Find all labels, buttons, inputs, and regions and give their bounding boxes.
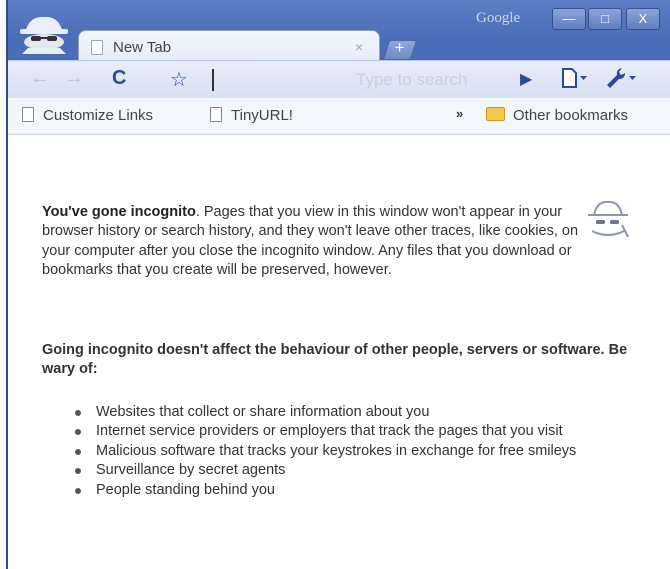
more-bookmarks-chevron[interactable]: » — [456, 106, 463, 121]
incognito-page: You've gone incognito. Pages that you vi… — [8, 135, 670, 569]
incognito-heading: You've gone incognito — [42, 204, 196, 220]
title-bar: New Tab × + Google — □ X — [8, 0, 670, 61]
bookmark-label: TinyURL! — [231, 107, 293, 124]
bookmarks-bar: Customize Links TinyURL! » Other bookmar… — [8, 98, 670, 135]
list-item: Websites that collect or share informati… — [68, 403, 648, 422]
bullet-icon — [75, 487, 81, 494]
wrench-menu-button[interactable] — [604, 66, 638, 96]
bookmark-tinyurl[interactable]: TinyURL! — [210, 107, 293, 124]
other-bookmarks-label: Other bookmarks — [513, 107, 629, 124]
page-menu-icon — [562, 68, 587, 88]
new-tab-icon: + — [394, 38, 405, 57]
folder-icon — [486, 107, 505, 121]
list-item-text: Internet service providers or employers … — [96, 423, 563, 440]
list-item-text: Malicious software that tracks your keys… — [96, 442, 577, 459]
bullet-icon — [75, 468, 81, 475]
list-item: Malicious software that tracks your keys… — [68, 442, 648, 461]
bookmark-label: Customize Links — [43, 107, 154, 124]
wrench-icon — [607, 68, 636, 88]
list-item: Internet service providers or employers … — [68, 422, 648, 441]
bullet-icon — [75, 429, 81, 436]
spy-icon — [582, 195, 632, 245]
browser-window: New Tab × + Google — □ X ← → C ☆ ▶ — [6, 0, 670, 569]
omnibox-input[interactable] — [356, 67, 512, 93]
warning-list: Websites that collect or share informati… — [68, 403, 648, 500]
list-item-text: People standing behind you — [96, 481, 275, 498]
brand-label: Google — [476, 10, 521, 26]
bullet-icon — [75, 448, 81, 455]
new-tab-button[interactable]: + — [382, 38, 418, 60]
tab-new-tab[interactable]: New Tab × — [78, 30, 380, 61]
omnibox[interactable] — [212, 67, 512, 93]
close-icon[interactable]: × — [355, 39, 363, 55]
tab-title: New Tab — [113, 39, 172, 56]
list-item-text: Websites that collect or share informati… — [96, 404, 430, 420]
star-icon[interactable]: ☆ — [170, 67, 188, 92]
bullet-icon — [75, 410, 81, 416]
minimize-button[interactable]: — — [552, 8, 586, 30]
warning-heading: Going incognito doesn't affect the behav… — [42, 342, 628, 378]
reload-icon[interactable]: C — [112, 67, 126, 90]
page-menu-button[interactable] — [560, 66, 590, 96]
other-bookmarks-button[interactable]: Other bookmarks — [486, 107, 628, 124]
bookmark-customize-links[interactable]: Customize Links — [22, 107, 153, 124]
page-icon — [210, 107, 222, 122]
incognito-intro: You've gone incognito. Pages that you vi… — [42, 203, 582, 281]
list-item: Surveillance by secret agents — [68, 461, 648, 480]
back-icon[interactable]: ← — [30, 67, 50, 90]
maximize-button[interactable]: □ — [588, 8, 622, 30]
go-icon[interactable]: ▶ — [520, 69, 532, 89]
list-item: People standing behind you — [68, 481, 648, 500]
page-icon — [91, 40, 103, 55]
forward-icon[interactable]: → — [64, 67, 84, 90]
incognito-icon — [18, 14, 70, 54]
page-icon — [22, 107, 34, 122]
text-caret — [212, 69, 214, 91]
close-window-button[interactable]: X — [626, 8, 660, 30]
toolbar: ← → C ☆ ▶ — [8, 60, 670, 99]
list-item-text: Surveillance by secret agents — [96, 462, 286, 479]
